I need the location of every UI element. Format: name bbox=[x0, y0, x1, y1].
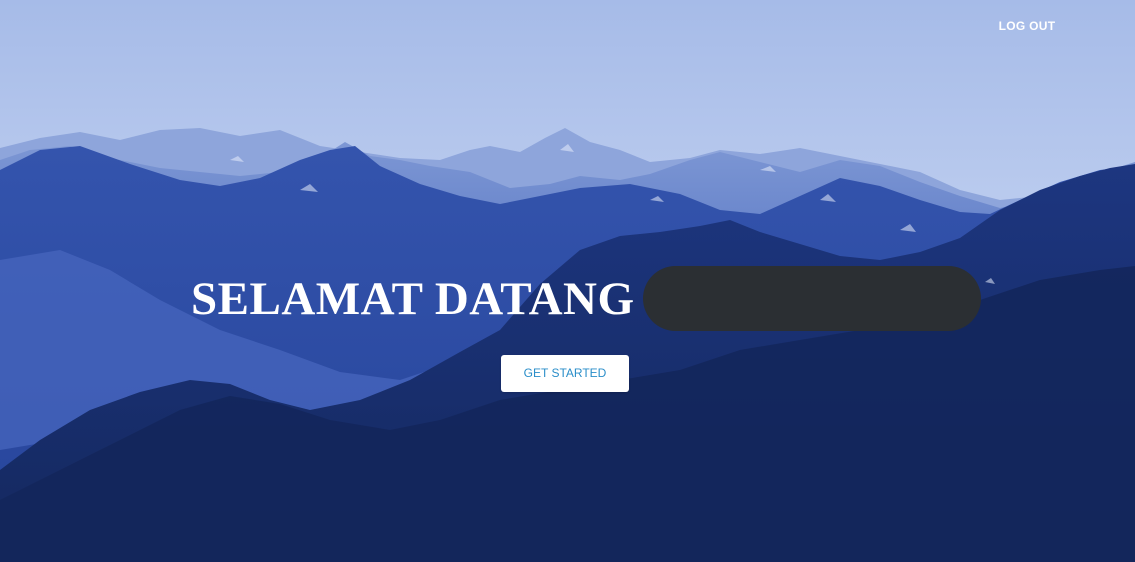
get-started-button[interactable]: GET STARTED bbox=[501, 355, 629, 392]
welcome-heading: SELAMAT DATANG bbox=[191, 266, 635, 332]
welcome-text: SELAMAT DATANG bbox=[191, 273, 635, 325]
logout-link[interactable]: LOG OUT bbox=[990, 17, 1064, 35]
hero-section: LOG OUT SELAMAT DATANG GET STARTED bbox=[0, 0, 1135, 562]
username-redacted bbox=[643, 266, 981, 331]
